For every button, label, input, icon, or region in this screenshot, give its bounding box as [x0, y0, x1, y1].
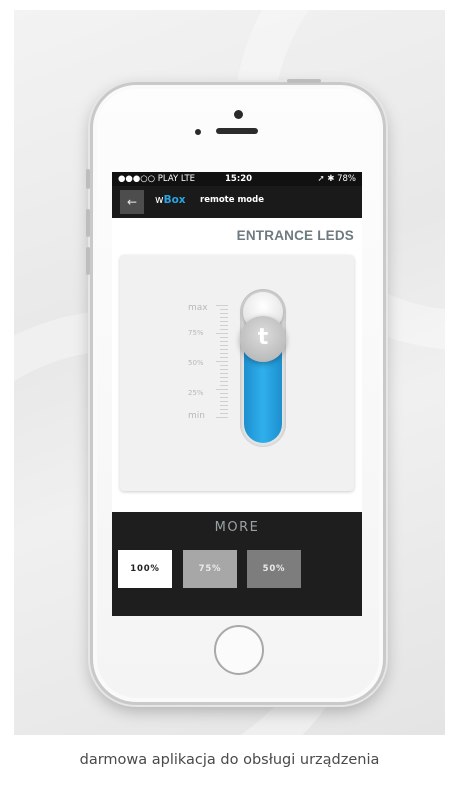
scale-tick — [220, 357, 228, 358]
scale-tick — [220, 365, 228, 366]
brand-logo-icon: t — [257, 325, 269, 350]
scale-label-50: 50% — [188, 359, 204, 367]
app-logo: wBox — [155, 194, 186, 206]
scale-tick — [220, 313, 228, 314]
scale-tick — [220, 381, 228, 382]
scale-tick — [220, 373, 228, 374]
scale-label-25: 25% — [188, 389, 204, 397]
scale-tick — [216, 389, 228, 390]
carrier-signal: ●●●○○ PLAY LTE — [118, 174, 196, 184]
slider-handle[interactable]: t — [240, 316, 286, 362]
scale-tick — [220, 409, 228, 410]
scale-tick — [220, 317, 228, 318]
battery-status: ➚ ✱ 78% — [317, 174, 356, 184]
scale-tick — [216, 305, 228, 306]
scale-tick — [220, 309, 228, 310]
mute-switch — [86, 169, 90, 189]
scale-label-max: max — [188, 303, 208, 313]
back-button[interactable]: ← — [120, 190, 144, 214]
scale-tick — [220, 369, 228, 370]
scale-tick — [220, 321, 228, 322]
dimmer-panel: max 75% 50% 25% min t — [120, 255, 354, 491]
bottom-bar: MORE 100% 75% 50% — [112, 512, 362, 616]
scale-tick — [220, 329, 228, 330]
scale-tick — [220, 405, 228, 406]
caption: darmowa aplikacja do obsługi urządzenia — [79, 752, 380, 768]
scale-tick — [220, 385, 228, 386]
volume-up-button — [86, 209, 90, 237]
preset-50-button[interactable]: 50% — [247, 550, 301, 588]
scale-label-75: 75% — [188, 329, 204, 337]
status-time: 15:20 — [225, 174, 253, 184]
earpiece-speaker — [216, 128, 258, 134]
scale-ticks — [216, 305, 228, 418]
scale-tick — [220, 349, 228, 350]
scale-tick — [220, 353, 228, 354]
scale-tick — [216, 333, 228, 334]
scale-tick — [220, 337, 228, 338]
scale-tick — [216, 417, 228, 418]
home-button[interactable] — [214, 625, 264, 675]
preset-100-button[interactable]: 100% — [118, 550, 172, 588]
phone-screen: ●●●○○ PLAY LTE 15:20 ➚ ✱ 78% ← wBox remo… — [112, 172, 362, 616]
scale-tick — [220, 377, 228, 378]
power-button — [287, 79, 321, 83]
scale-tick — [220, 345, 228, 346]
scale-tick — [216, 361, 228, 362]
scale-tick — [220, 401, 228, 402]
mode-label: remote mode — [200, 195, 264, 205]
scale-tick — [220, 325, 228, 326]
front-camera-icon — [234, 110, 243, 119]
brightness-slider[interactable] — [240, 289, 286, 447]
scale-tick — [220, 393, 228, 394]
back-arrow-icon: ← — [126, 195, 138, 209]
scale-tick — [220, 413, 228, 414]
more-button[interactable]: MORE — [112, 520, 362, 535]
phone-frame: ●●●○○ PLAY LTE 15:20 ➚ ✱ 78% ← wBox remo… — [86, 79, 386, 705]
app-header: ← wBox remote mode — [112, 186, 362, 218]
volume-down-button — [86, 247, 90, 275]
page-title: ENTRANCE LEDS — [236, 228, 354, 243]
main-content: ENTRANCE LEDS max 75% 50% 25% min t — [112, 218, 362, 512]
scale-label-min: min — [188, 411, 205, 421]
preset-75-button[interactable]: 75% — [183, 550, 237, 588]
scale-tick — [220, 341, 228, 342]
proximity-sensor-icon — [195, 129, 201, 135]
status-bar: ●●●○○ PLAY LTE 15:20 ➚ ✱ 78% — [112, 172, 362, 186]
scale-tick — [220, 397, 228, 398]
